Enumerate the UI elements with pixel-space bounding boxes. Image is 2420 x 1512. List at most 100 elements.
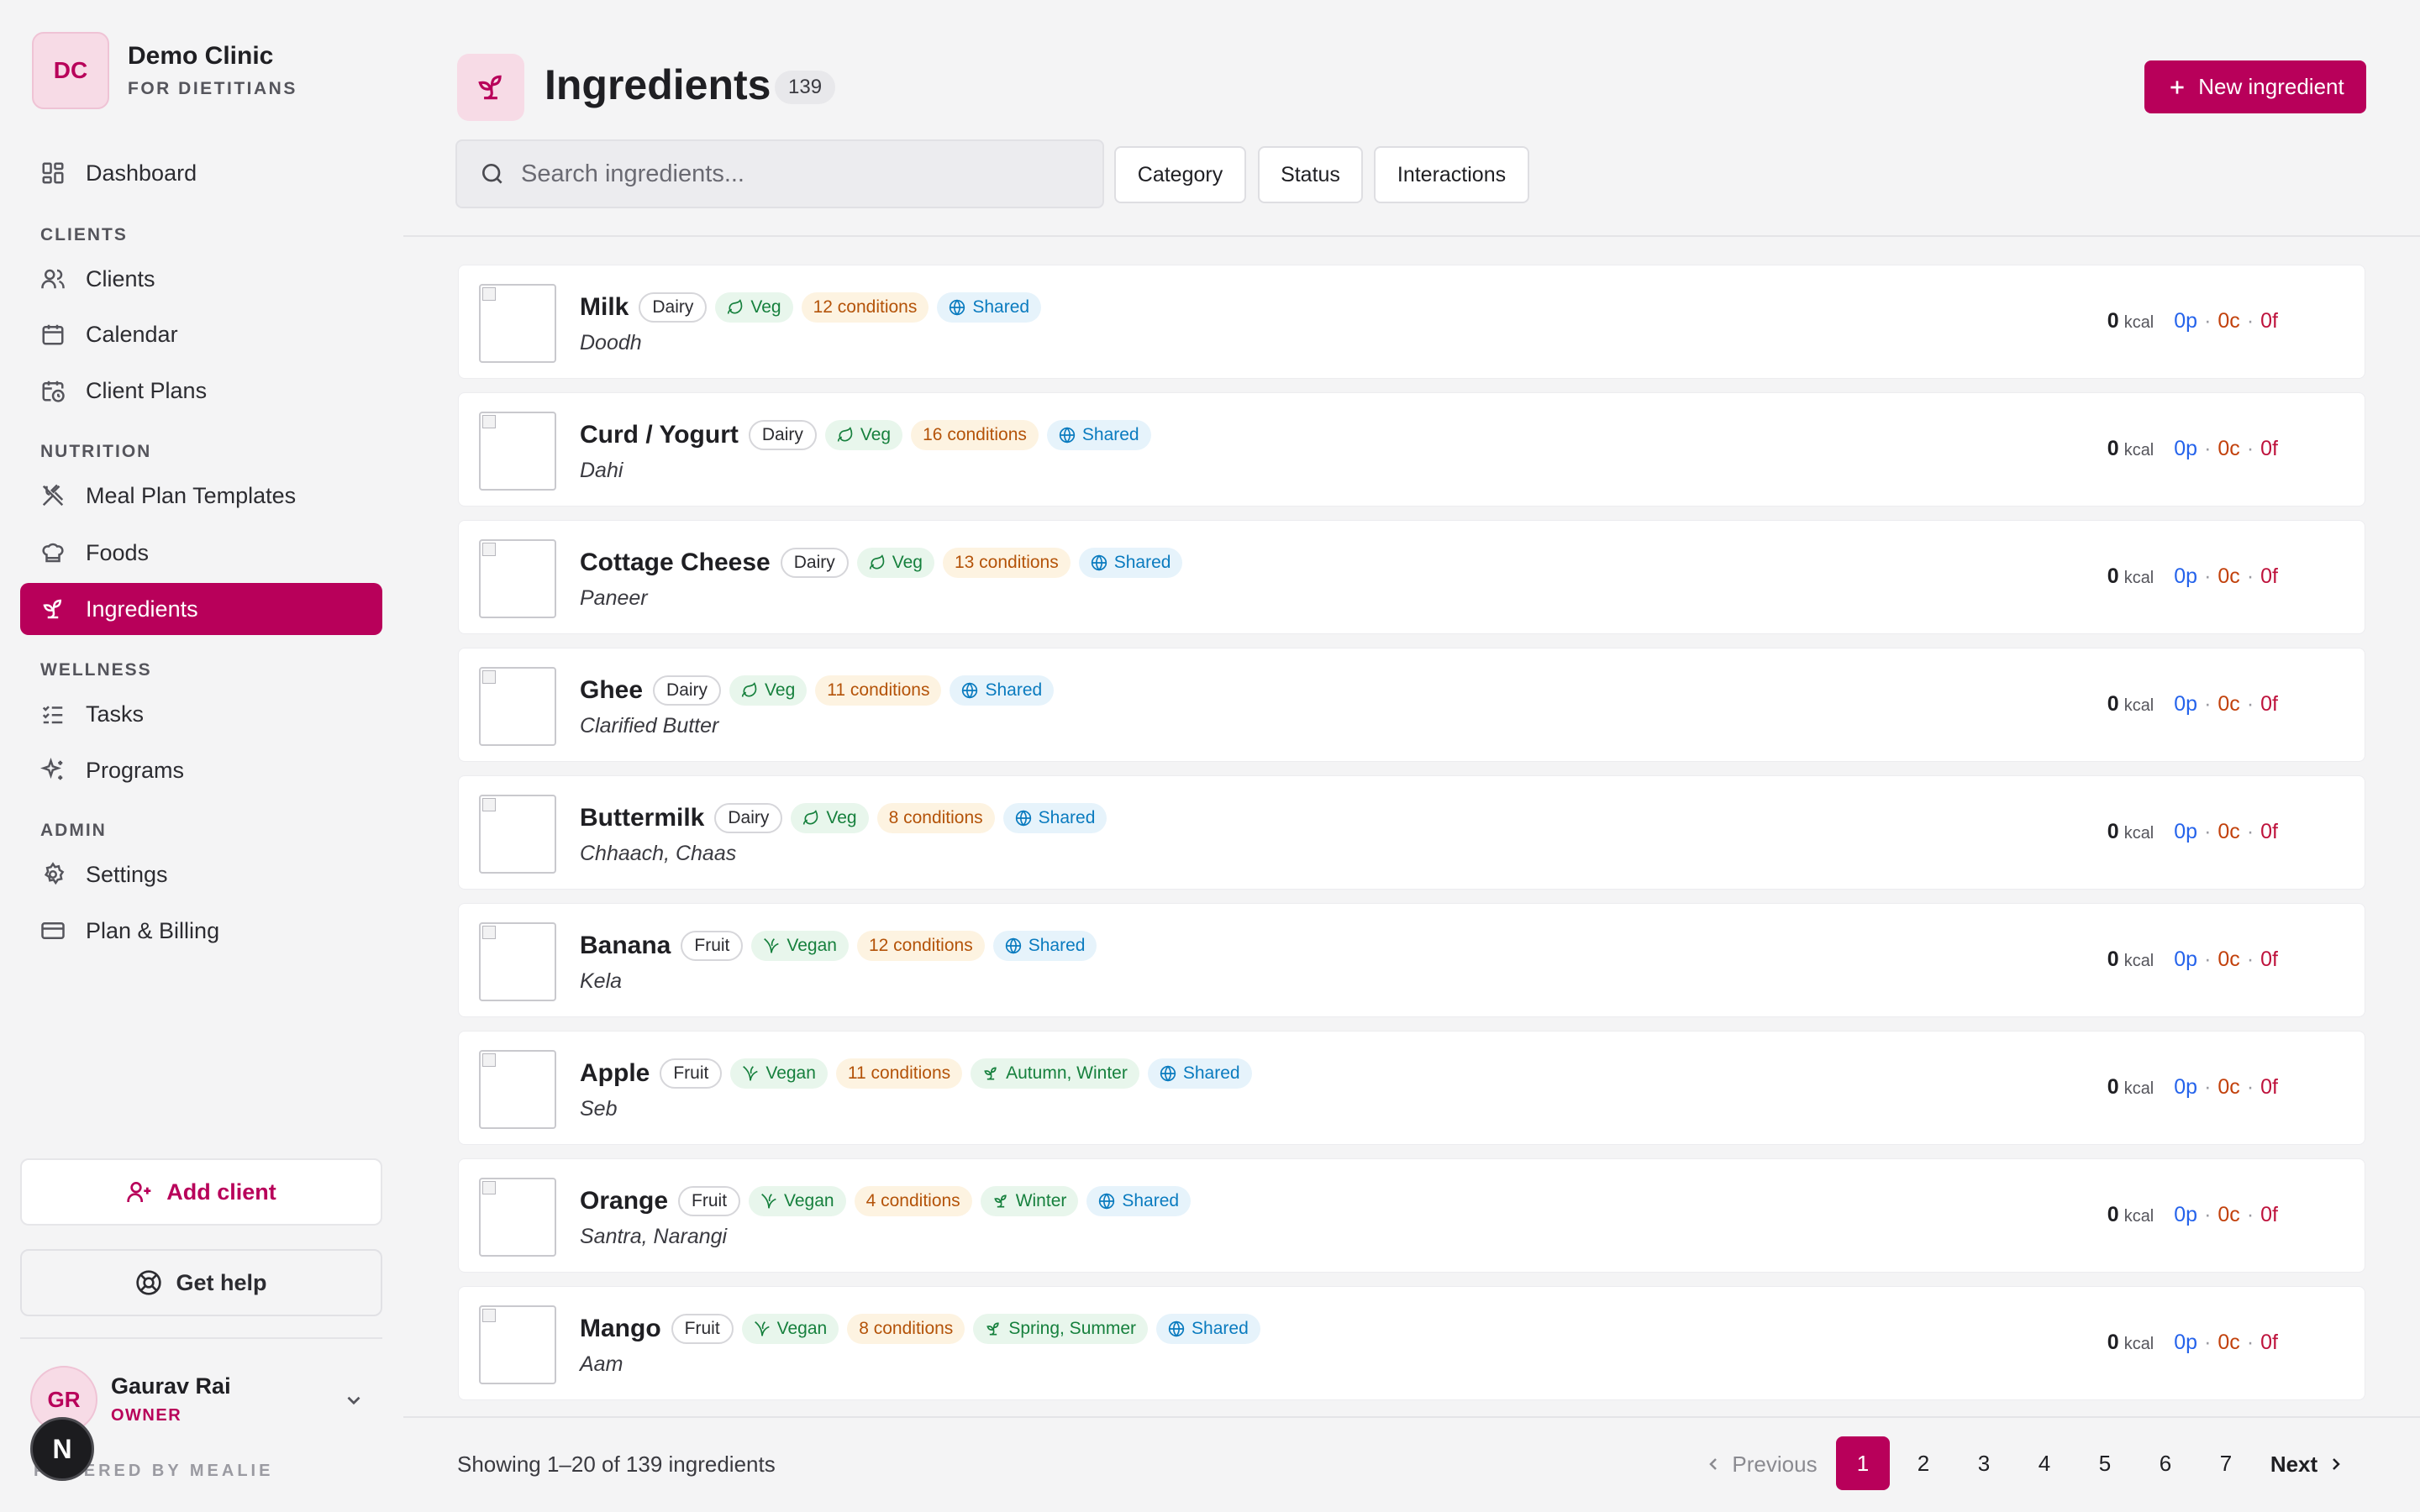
sidebar-item-tasks[interactable]: Tasks [20, 688, 382, 740]
sidebar-item-dashboard[interactable]: Dashboard [20, 147, 382, 199]
ingredient-image [479, 667, 556, 746]
category-filter-button[interactable]: Category [1114, 146, 1246, 203]
list-checks-icon [42, 706, 63, 724]
brand[interactable]: DC Demo Clinic FOR DIETITIANS [32, 32, 297, 109]
vegan-icon [764, 938, 780, 953]
kcal-unit: kcal [2123, 1207, 2154, 1226]
protein-value: 0p [2174, 437, 2198, 460]
sidebar-item-client-plans[interactable]: Client Plans [20, 365, 382, 417]
sidebar-item-foods[interactable]: Foods [20, 527, 382, 579]
nutrition-summary: 0 kcal 0p · 0c · 0f [2107, 309, 2278, 333]
ingredient-alt-names: Doodh [580, 331, 642, 354]
sidebar-item-label: Plan & Billing [86, 917, 220, 943]
separator-dot: · [2204, 564, 2212, 588]
nutrition-summary: 0 kcal 0p · 0c · 0f [2107, 948, 2278, 972]
diet-label: Vegan [765, 1063, 816, 1083]
user-name: Gaurav Rai [111, 1373, 231, 1399]
fat-value: 0f [2260, 309, 2278, 333]
kcal-value: 0 [2107, 309, 2119, 333]
conditions-badge: 12 conditions [801, 292, 929, 323]
ingredient-image [479, 539, 556, 618]
fat-value: 0f [2260, 564, 2278, 588]
separator-dot: · [2204, 820, 2212, 843]
ingredient-image [479, 1178, 556, 1257]
protein-value: 0p [2174, 948, 2198, 971]
ingredient-alt-names: Chhaach, Chaas [580, 842, 737, 865]
ingredient-row[interactable]: Buttermilk Dairy Veg 8 conditions Shared Chha… [458, 775, 2365, 890]
sidebar-item-clients[interactable]: Clients [20, 253, 382, 305]
vegan-icon [761, 1194, 776, 1209]
fat-value: 0f [2260, 820, 2278, 843]
leaf-icon [837, 427, 853, 442]
leaf-icon [869, 554, 885, 570]
search-box[interactable] [455, 139, 1104, 208]
layout-grid-icon [42, 162, 64, 184]
user-menu[interactable]: GR Gaurav Rai OWNER [30, 1366, 383, 1433]
sidebar-item-calendar[interactable]: Calendar [20, 308, 382, 360]
ingredient-count-badge: 139 [775, 71, 836, 104]
ingredient-row[interactable]: Cottage Cheese Dairy Veg 13 conditions Share… [458, 520, 2365, 634]
sidebar-item-label: Foods [86, 539, 150, 565]
conditions-badge: 13 conditions [942, 548, 1071, 578]
ingredient-name[interactable]: Curd / Yogurt [580, 421, 739, 449]
dev-tools-badge[interactable]: N [30, 1417, 94, 1481]
page-3-button[interactable]: 3 [1957, 1436, 2011, 1490]
shared-badge: Shared [937, 292, 1042, 323]
ingredient-name[interactable]: Cottage Cheese [580, 549, 771, 577]
fat-value: 0f [2260, 1331, 2278, 1354]
separator-dot: · [2204, 309, 2212, 333]
sidebar-item-meal-plan-templates[interactable]: Meal Plan Templates [20, 470, 382, 522]
new-ingredient-label: New ingredient [2198, 74, 2344, 99]
previous-page-button[interactable]: Previous [1701, 1436, 1820, 1492]
ingredient-row[interactable]: Milk Dairy Veg 12 conditions Shared Doodh 0 kca… [458, 265, 2365, 379]
sidebar-item-plan-billing[interactable]: Plan & Billing [20, 905, 382, 957]
ingredient-alt-names: Aam [580, 1352, 623, 1376]
diet-badge: Veg [729, 675, 808, 706]
ingredient-name[interactable]: Milk [580, 293, 629, 322]
shared-label: Shared [1028, 936, 1086, 955]
ingredient-name[interactable]: Orange [580, 1187, 668, 1215]
page-4-button[interactable]: 4 [2018, 1436, 2071, 1490]
separator-dot: · [2204, 1075, 2212, 1099]
sidebar-item-ingredients[interactable]: Ingredients [20, 583, 382, 635]
ingredient-name[interactable]: Apple [580, 1059, 650, 1088]
page-5-button[interactable]: 5 [2078, 1436, 2132, 1490]
page-7-button[interactable]: 7 [2199, 1436, 2253, 1490]
sidebar-item-label: Settings [86, 861, 168, 887]
status-filter-button[interactable]: Status [1258, 146, 1363, 203]
diet-label: Veg [860, 425, 892, 444]
ingredient-name[interactable]: Ghee [580, 676, 643, 705]
sidebar-item-programs[interactable]: Programs [20, 744, 382, 796]
ingredient-row[interactable]: Mango Fruit Vegan 8 conditions Spring, Summe… [458, 1286, 2365, 1400]
conditions-badge: 16 conditions [911, 420, 1039, 450]
ingredient-row[interactable]: Orange Fruit Vegan 4 conditions Winter Shared… [458, 1158, 2365, 1273]
shared-label: Shared [1113, 553, 1171, 572]
ingredient-row[interactable]: Ghee Dairy Veg 11 conditions Shared Clarified… [458, 648, 2365, 762]
ingredient-row[interactable]: Apple Fruit Vegan 11 conditions Autumn, Wint… [458, 1031, 2365, 1145]
separator-dot: · [2204, 1203, 2212, 1226]
ingredient-name[interactable]: Mango [580, 1315, 661, 1343]
kcal-value: 0 [2107, 1331, 2119, 1354]
add-client-button[interactable]: Add client [20, 1158, 382, 1226]
ingredient-row[interactable]: Curd / Yogurt Dairy Veg 16 conditions Shared… [458, 392, 2365, 507]
page-1-button[interactable]: 1 [1836, 1436, 1890, 1490]
search-input[interactable] [521, 160, 1076, 188]
carbs-value: 0c [2217, 1203, 2240, 1226]
interactions-filter-button[interactable]: Interactions [1374, 146, 1529, 203]
leaf-icon [741, 682, 757, 697]
page-6-button[interactable]: 6 [2139, 1436, 2192, 1490]
new-ingredient-button[interactable]: New ingredient [2144, 60, 2366, 113]
diet-label: Veg [765, 680, 796, 700]
next-page-button[interactable]: Next [2262, 1436, 2354, 1492]
page-2-button[interactable]: 2 [1897, 1436, 1950, 1490]
kcal-value: 0 [2107, 564, 2119, 588]
ingredient-name[interactable]: Buttermilk [580, 804, 704, 832]
ingredient-name[interactable]: Banana [580, 932, 671, 960]
get-help-button[interactable]: Get help [20, 1249, 382, 1316]
vegan-icon [754, 1321, 770, 1336]
sidebar-item-settings[interactable]: Settings [20, 848, 382, 900]
ingredient-row[interactable]: Banana Fruit Vegan 12 conditions Shared Kela 0… [458, 903, 2365, 1017]
separator-dot: · [2204, 948, 2212, 971]
ingredient-alt-names: Paneer [580, 586, 648, 610]
sprout-icon [993, 1194, 1007, 1208]
